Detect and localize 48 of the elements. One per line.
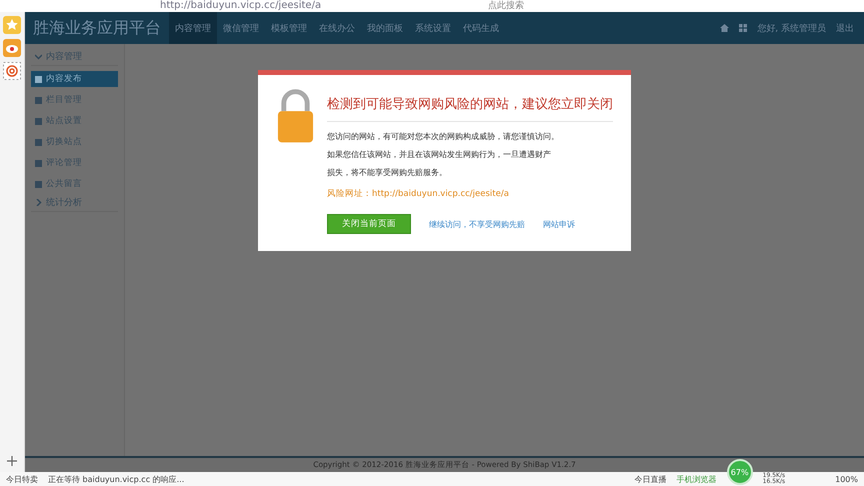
warning-text: 您访问的网站，有可能对您本次的网购构成威胁，请您谨慎访问。 xyxy=(327,131,560,143)
warning-text: 损失，将不能享受网购先赔服务。 xyxy=(327,167,448,179)
bullet-icon xyxy=(35,118,42,124)
bullet-icon xyxy=(35,180,42,188)
nav-tab[interactable]: 模板管理 xyxy=(265,12,313,44)
menu-item[interactable]: 公共留言 xyxy=(31,176,118,192)
risk-url: 风险网址：http://baiduyun.vicp.cc/jeesite/a xyxy=(327,188,510,201)
nav-tab[interactable]: 微信管理 xyxy=(217,12,265,44)
logout-link[interactable]: 退出 xyxy=(836,22,854,34)
nav-tab[interactable]: 内容管理 xyxy=(169,12,217,44)
chevron-right-icon xyxy=(35,199,42,206)
bullet-icon xyxy=(35,160,42,166)
address-field[interactable]: http://baiduyun.vicp.cc/jeesite/a xyxy=(160,1,480,11)
report-link[interactable]: 网站申诉 xyxy=(543,218,575,230)
menu-item[interactable]: 站点设置 xyxy=(31,113,118,129)
app-title: 胜海业务应用平台 xyxy=(33,16,162,38)
bullet-icon xyxy=(35,76,42,82)
padlock-icon xyxy=(276,89,315,145)
close-page-button[interactable]: 关闭当前页面 xyxy=(327,214,411,234)
menu-group-label: 内容管理 xyxy=(46,50,82,63)
bullet-icon xyxy=(35,96,42,104)
menu-item[interactable]: 切换站点 xyxy=(31,134,118,150)
mobile-browser-link[interactable]: 手机浏览器 xyxy=(676,474,717,484)
greeting: 您好, 系统管理员 xyxy=(757,22,826,34)
sale-link[interactable]: 今日特卖 xyxy=(6,474,38,484)
warning-text: 如果您信任该网站，并且在该网站发生网购行为，一旦遭遇财产 xyxy=(327,149,552,161)
home-icon[interactable] xyxy=(720,24,730,32)
eye-icon[interactable] xyxy=(3,39,21,57)
menu-group-label: 统计分析 xyxy=(46,196,82,209)
chevron-down-icon xyxy=(35,53,42,60)
live-link[interactable]: 今日直播 xyxy=(634,474,667,484)
nav-tab[interactable]: 在线办公 xyxy=(313,12,361,44)
add-icon[interactable] xyxy=(7,456,17,466)
nav-tab[interactable]: 代码生成 xyxy=(457,12,505,44)
loading-status: 正在等待 baiduyun.vicp.cc 的响应... xyxy=(48,474,184,484)
bullet-icon xyxy=(35,138,42,146)
grid-icon[interactable] xyxy=(739,24,748,32)
continue-link[interactable]: 继续访问，不享受网购先赔 xyxy=(429,218,525,230)
menu-item[interactable]: 栏目管理 xyxy=(31,92,118,108)
menu-group[interactable]: 统计分析 xyxy=(31,194,118,212)
zoom-level[interactable]: 100% xyxy=(835,474,858,484)
menu-group[interactable]: 内容管理 xyxy=(31,48,118,66)
menu-item[interactable]: 评论管理 xyxy=(31,155,118,171)
nav-tab[interactable]: 系统设置 xyxy=(409,12,457,44)
nav-tab[interactable]: 我的面板 xyxy=(361,12,409,44)
search-field[interactable]: 点此搜索 xyxy=(488,1,524,11)
warning-title: 检测到可能导致网购风险的网站，建议您立即关闭 xyxy=(327,89,613,122)
menu-item[interactable]: 内容发布 xyxy=(31,71,118,87)
